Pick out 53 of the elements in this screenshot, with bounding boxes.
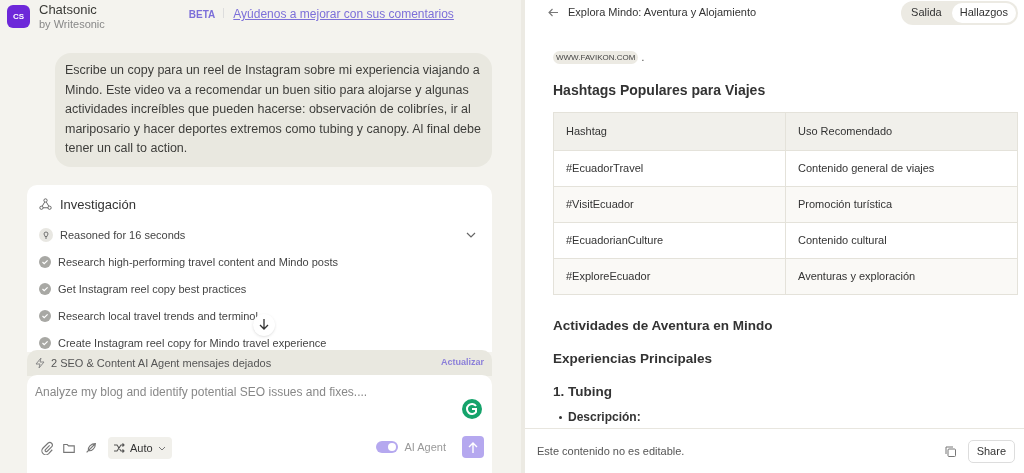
share-button[interactable]: Share [967,439,1015,463]
table-cell: #EcuadorTravel [553,150,786,187]
table-cell: Promoción turística [785,186,1018,223]
lightning-icon [35,357,46,369]
arrow-up-icon [468,441,478,453]
app-logo: CS [7,5,30,28]
folder-icon[interactable] [62,441,76,455]
back-arrow-icon[interactable] [548,8,558,17]
agent-label: AI Agent [404,439,446,455]
agent-toggle[interactable] [376,441,399,453]
message-input[interactable]: Analyze my blog and identify potential SEO issues and fixes.... [35,383,455,401]
source-dot: . [641,51,645,65]
column-header: Uso Recomendado [785,112,1018,151]
column-header: Hashtag [553,112,786,151]
copy-icon[interactable] [944,445,956,457]
list-item: Descripción: [568,410,641,424]
research-step: Create Instagram reel copy for Mindo travel experience [58,334,327,352]
network-icon [39,197,52,211]
user-message: Escribe un copy para un reel de Instagram sobre mi experiencia viajando a Mindo. Este video va a recomendar un buen sitio para alojarse y algunas actividades increíbles que pueden hacerse: observación de colibríes, ir al mariposario y hacer deportes extremos como tubing y canopy. Al final debe tener un call to action. [55,53,492,167]
feedback-link[interactable]: Ayúdenos a mejorar con sus comentarios [233,5,454,23]
usage-text: 2 SEO & Content AI Agent mensajes dejados [51,355,272,371]
section-heading: Hashtags Populares para Viajes [553,81,767,100]
app-byline: by Writesonic [39,18,105,32]
paperclip-icon[interactable] [40,441,54,455]
lightbulb-icon [39,228,53,242]
beta-label: BETA [188,8,216,22]
footer-note: Este contenido no es editable. [537,443,685,459]
section-heading: Actividades de Aventura en Mindo [553,318,774,334]
reasoning-row[interactable]: Reasoned for 16 seconds [39,227,480,243]
view-tab[interactable]: Salida [903,2,950,23]
arrow-down-icon [259,319,269,330]
research-title: Investigación [60,195,136,214]
grammar-icon[interactable] [462,399,482,419]
table-cell: #EcuadorianCulture [553,222,786,259]
section-heading: Experiencias Principales [553,351,714,367]
research-step: Get Instagram reel copy best practices [58,280,247,298]
research-step: Research local travel trends and terminol [58,307,258,325]
research-step: Research high-performing travel content and Mindo posts [58,253,339,271]
caret-icon [157,445,166,451]
chevron-icon[interactable] [466,232,476,238]
view-tab[interactable]: Hallazgos [951,2,1016,23]
shuffle-icon [114,443,125,453]
panel-title: Explora Mindo: Aventura y Alojamiento [568,5,757,21]
source-chip[interactable]: WWW.FAVIKON.COM [553,51,639,64]
feather-icon[interactable] [84,441,98,455]
app-name: Chatsonic [39,2,98,19]
section-heading: 1. Tubing [553,384,613,400]
table-cell: Contenido general de viajes [785,150,1018,187]
table-cell: #ExploreEcuador [553,258,786,295]
mode-dropdown[interactable]: Auto [108,437,172,459]
table-cell: Contenido cultural [785,222,1018,259]
table-cell: #VisitEcuador [553,186,786,223]
table-cell: Aventuras y exploración [785,258,1018,295]
